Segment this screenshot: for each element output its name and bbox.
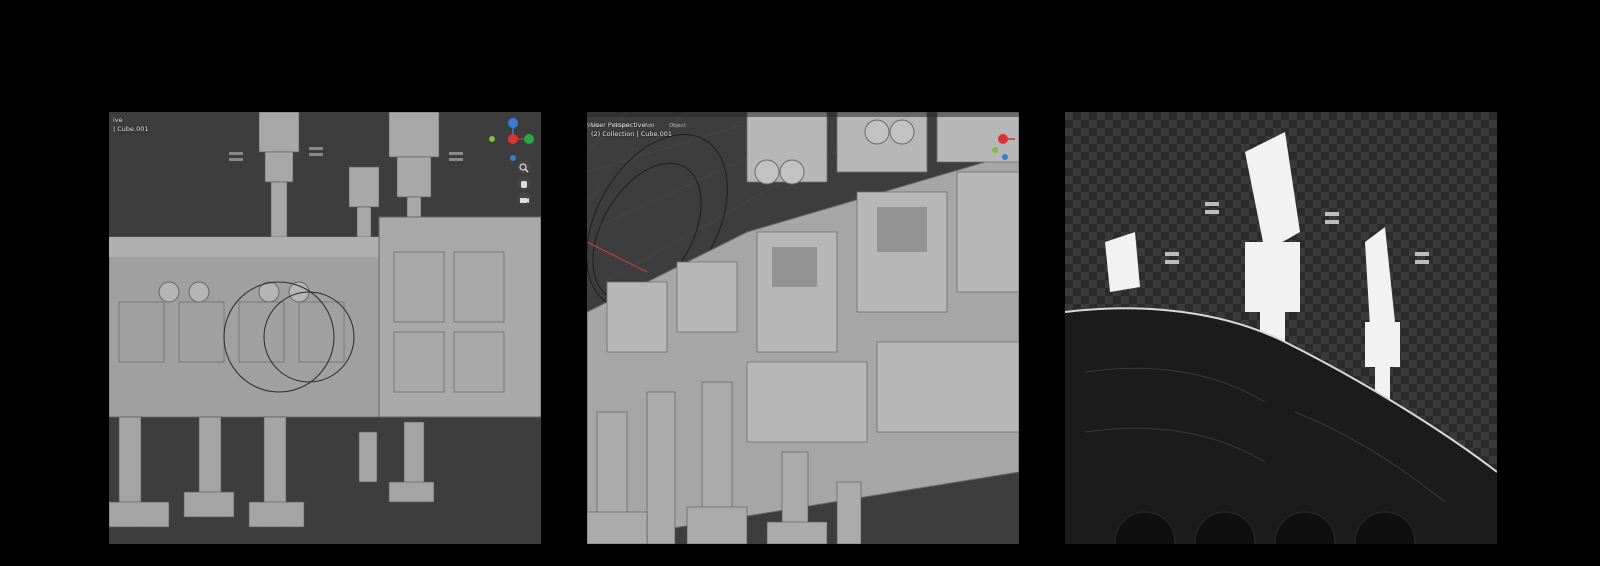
neg-y-axis-icon[interactable] — [489, 136, 495, 142]
pan-hand-icon[interactable] — [517, 176, 531, 190]
rendered-image — [1065, 112, 1497, 544]
render-preview-panel — [1065, 112, 1497, 544]
viewport-header-text: User Perspective (2) Collection | Cube.0… — [591, 121, 672, 139]
zoom-icon[interactable] — [517, 160, 531, 174]
view-mode-label: ive — [113, 116, 123, 124]
y-axis-icon[interactable] — [524, 134, 534, 144]
viewport-panel-front[interactable]: ive | Cube.001 — [109, 112, 541, 544]
model-render-front — [109, 112, 541, 528]
view-mode-label: User Perspective — [591, 121, 646, 129]
model-render-perspective — [587, 112, 1019, 544]
neg-z-axis-icon[interactable] — [510, 155, 516, 161]
active-object-label: | Cube.001 — [113, 125, 149, 133]
viewport-panel-perspective[interactable]: View Select Add Object User Perspective … — [587, 112, 1019, 544]
viewport-header-text: ive | Cube.001 — [113, 116, 149, 134]
x-axis-icon[interactable] — [508, 134, 518, 144]
active-object-label: (2) Collection | Cube.001 — [591, 130, 673, 138]
y-axis-icon[interactable] — [992, 147, 998, 153]
axis-gizmo[interactable] — [487, 114, 537, 164]
camera-icon[interactable] — [517, 192, 531, 206]
x-axis-icon[interactable] — [998, 134, 1008, 144]
z-axis-icon[interactable] — [1002, 154, 1008, 160]
viewport-menu-bar: View Select Add Object — [587, 112, 1019, 129]
axis-gizmo[interactable] — [989, 124, 1019, 164]
z-axis-icon[interactable] — [508, 118, 518, 128]
